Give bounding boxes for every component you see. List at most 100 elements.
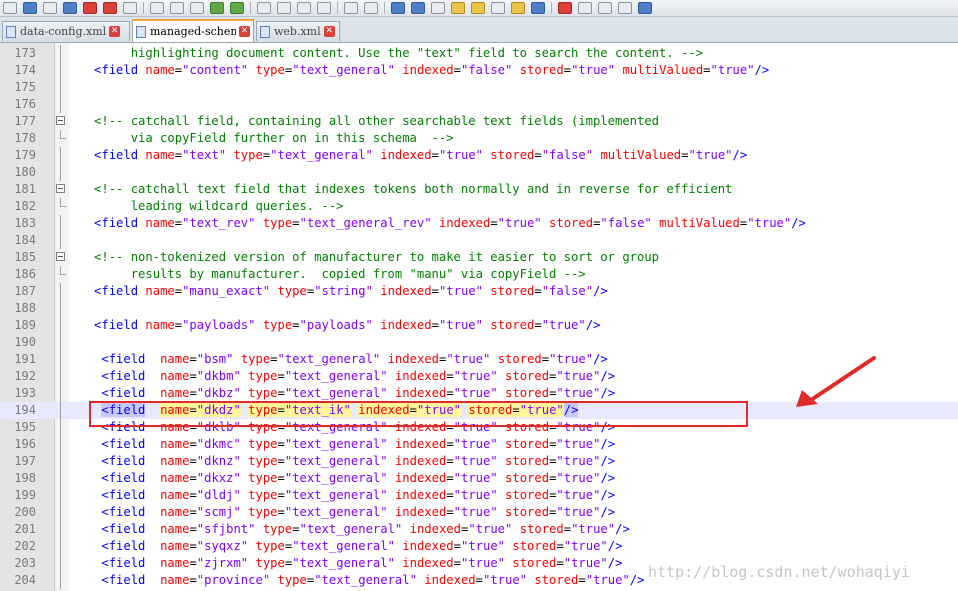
xml-file-icon: [260, 25, 270, 38]
code-token: indexed: [387, 352, 439, 366]
doc-map-icon[interactable]: [471, 2, 485, 14]
code-line[interactable]: 189 <field name="payloads" type="payload…: [0, 317, 958, 334]
fold-toggle-icon[interactable]: [56, 184, 65, 193]
code-line[interactable]: 180: [0, 164, 958, 181]
code-line[interactable]: 175: [0, 79, 958, 96]
code-line[interactable]: 183 <field name="text_rev" type="text_ge…: [0, 215, 958, 232]
code-line[interactable]: 174 <field name="content" type="text_gen…: [0, 62, 958, 79]
close-icon[interactable]: [83, 2, 97, 14]
code-line[interactable]: 173 highlighting document content. Use t…: [0, 45, 958, 62]
open-file-icon[interactable]: [23, 2, 37, 14]
code-line[interactable]: 185 <!-- non-tokenized version of manufa…: [0, 249, 958, 266]
code-token: "true": [571, 63, 616, 77]
code-line[interactable]: 182 leading wildcard queries. -->: [0, 198, 958, 215]
code-editor[interactable]: 173 highlighting document content. Use t…: [0, 43, 958, 591]
wrap-icon[interactable]: [391, 2, 405, 14]
code-token: type: [248, 505, 278, 519]
code-line[interactable]: 176: [0, 96, 958, 113]
code-line[interactable]: 184: [0, 232, 958, 249]
code-token: stored: [519, 63, 564, 77]
redo-icon[interactable]: [230, 2, 244, 14]
undo-icon[interactable]: [210, 2, 224, 14]
cut-icon[interactable]: [150, 2, 164, 14]
code-token: type: [262, 522, 293, 536]
udl-icon[interactable]: [451, 2, 465, 14]
save-all-icon[interactable]: [63, 2, 77, 14]
code-line[interactable]: 201 <field name="sfjbnt" type="text_gene…: [0, 521, 958, 538]
sync-h-icon[interactable]: [364, 2, 378, 14]
code-line[interactable]: 177 <!-- catchall field, containing all …: [0, 113, 958, 130]
sync-v-icon[interactable]: [344, 2, 358, 14]
code-line[interactable]: 197 <field name="dknz" type="text_genera…: [0, 453, 958, 470]
code-token: stored: [505, 369, 550, 383]
tab-data-config[interactable]: data-config.xml ✕: [2, 21, 130, 41]
save-macro-icon[interactable]: [638, 2, 652, 14]
code-token: />: [600, 471, 616, 485]
record-icon[interactable]: [558, 2, 572, 14]
fold-toggle-icon[interactable]: [56, 116, 65, 125]
close-icon[interactable]: ✕: [109, 26, 121, 37]
line-number: 184: [14, 233, 36, 247]
code-token: "dkbz": [196, 386, 241, 400]
zoom-in-icon[interactable]: [297, 2, 311, 14]
code-line[interactable]: 202 <field name="syqxz" type="text_gener…: [0, 538, 958, 555]
code-line[interactable]: 198 <field name="dkxz" type="text_genera…: [0, 470, 958, 487]
tab-label: data-config.xml: [20, 25, 107, 38]
play-icon[interactable]: [598, 2, 612, 14]
new-file-icon[interactable]: [3, 2, 17, 14]
code-token: =: [453, 63, 461, 77]
fold-guide-line: [60, 334, 61, 351]
print-icon[interactable]: [123, 2, 137, 14]
line-number: 187: [14, 284, 36, 298]
code-token: "true": [461, 539, 506, 553]
zoom-out-icon[interactable]: [317, 2, 331, 14]
code-line[interactable]: 196 <field name="dkmc" type="text_genera…: [0, 436, 958, 453]
line-number: 195: [14, 420, 36, 434]
close-icon[interactable]: ✕: [239, 26, 250, 37]
tab-web-xml[interactable]: web.xml ✕: [256, 21, 340, 41]
code-line[interactable]: 179 <field name="text" type="text_genera…: [0, 147, 958, 164]
function-list-icon[interactable]: [491, 2, 505, 14]
stop-icon[interactable]: [578, 2, 592, 14]
save-icon[interactable]: [43, 2, 57, 14]
code-token: =: [189, 454, 197, 468]
code-token: />: [791, 216, 806, 230]
indent-guide-icon[interactable]: [431, 2, 445, 14]
code-line[interactable]: 186 results by manufacturer. copied from…: [0, 266, 958, 283]
copy-icon[interactable]: [170, 2, 184, 14]
code-token: "dldj": [196, 488, 241, 502]
find-icon[interactable]: [257, 2, 271, 14]
code-token: "true": [556, 488, 601, 502]
code-token: =: [563, 522, 572, 536]
monitor-icon[interactable]: [531, 2, 545, 14]
fold-end-marker: [60, 266, 66, 275]
close-icon[interactable]: ✕: [323, 26, 335, 37]
play-multi-icon[interactable]: [618, 2, 632, 14]
all-chars-icon[interactable]: [411, 2, 425, 14]
fold-toggle-icon[interactable]: [56, 252, 65, 261]
fold-guide-line: [60, 572, 61, 589]
code-line[interactable]: 178 via copyField further on in this sch…: [0, 130, 958, 147]
close-all-icon[interactable]: [103, 2, 117, 14]
code-token: "true": [461, 556, 506, 570]
code-line[interactable]: 188: [0, 300, 958, 317]
paste-icon[interactable]: [190, 2, 204, 14]
code-line[interactable]: 181 <!-- catchall text field that indexe…: [0, 181, 958, 198]
code-line[interactable]: 190: [0, 334, 958, 351]
code-line[interactable]: 187 <field name="manu_exact" type="strin…: [0, 283, 958, 300]
code-line[interactable]: 199 <field name="dldj" type="text_genera…: [0, 487, 958, 504]
replace-icon[interactable]: [277, 2, 291, 14]
code-line[interactable]: 200 <field name="scmj" type="text_genera…: [0, 504, 958, 521]
folder-icon[interactable]: [511, 2, 525, 14]
code-text: <field name="dknz" type="text_general" i…: [72, 453, 615, 470]
code-token: "true": [468, 522, 513, 536]
line-number: 200: [14, 505, 36, 519]
tab-managed-schema[interactable]: managed-schema ✕: [132, 19, 254, 42]
